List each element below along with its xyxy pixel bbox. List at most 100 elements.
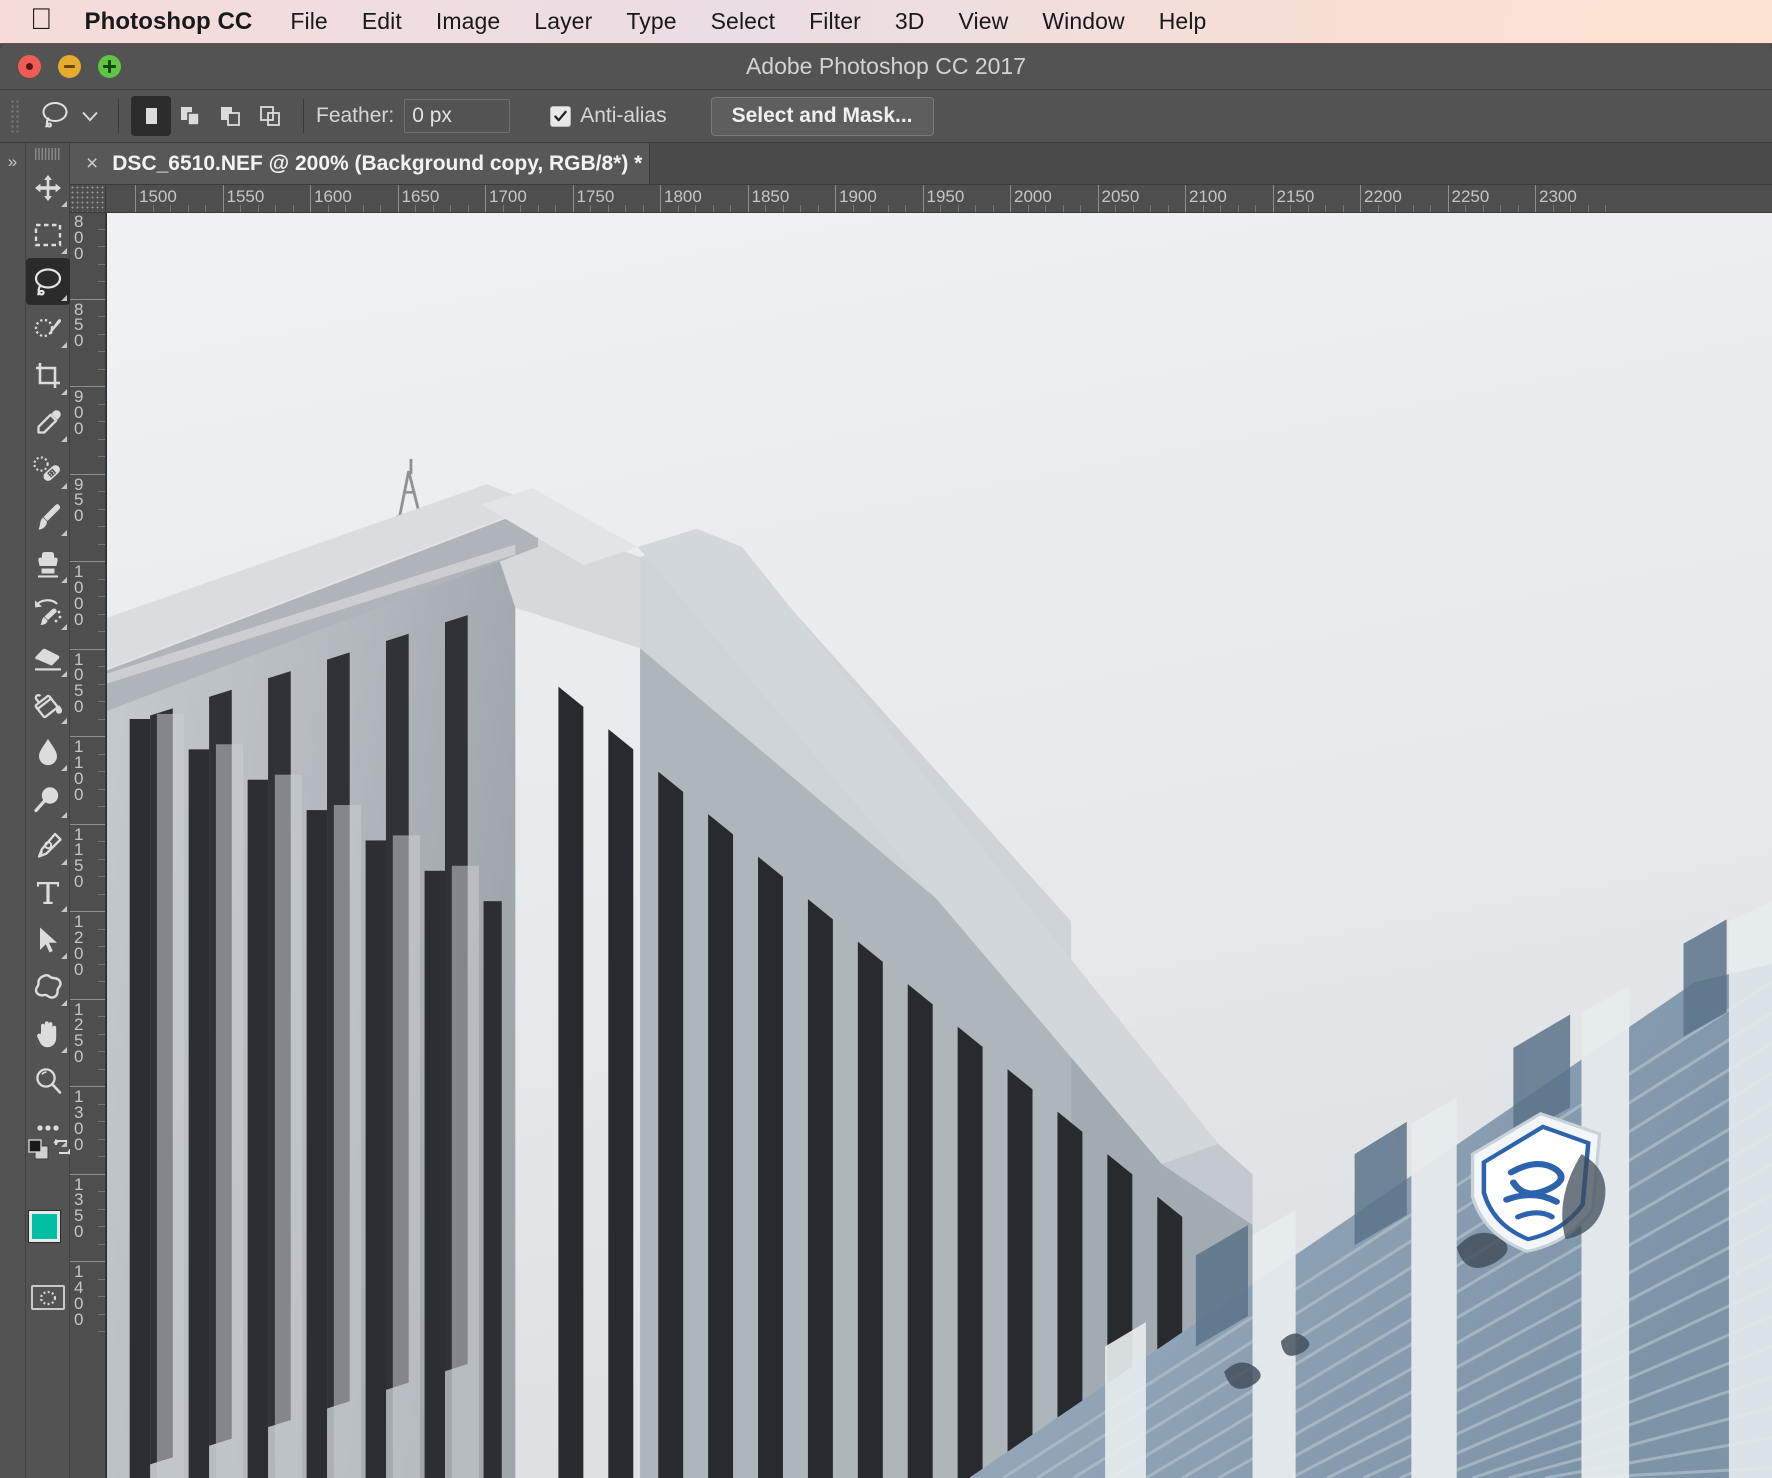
current-tool-preset-picker[interactable] — [27, 99, 106, 133]
tool-history-brush[interactable] — [26, 587, 70, 634]
options-bar-grip[interactable] — [10, 99, 21, 133]
intersect-with-selection-button[interactable] — [251, 96, 291, 136]
ruler-minor-tick — [1220, 205, 1221, 212]
quick-mask-button[interactable] — [30, 1285, 65, 1310]
ruler-minor-tick — [98, 578, 105, 580]
tool-path-selection[interactable] — [26, 916, 70, 963]
window-title-bar: Adobe Photoshop CC 2017 — [0, 44, 1772, 90]
tool-hand[interactable] — [26, 1010, 70, 1057]
menu-item-help[interactable]: Help — [1159, 8, 1207, 35]
intersect-selection-icon — [260, 106, 280, 126]
tool-spot-healing-brush[interactable] — [26, 446, 70, 493]
ruler-minor-tick — [98, 701, 105, 702]
tool-brush[interactable] — [26, 493, 70, 540]
ruler-label: 2250 — [1451, 187, 1490, 206]
ruler-minor-tick — [1237, 205, 1239, 212]
ruler-minor-tick — [1167, 205, 1169, 212]
anti-alias-option[interactable]: Anti-alias — [550, 104, 667, 128]
ruler-minor-tick — [98, 403, 105, 405]
zoom-button[interactable] — [98, 55, 121, 78]
tool-move[interactable] — [26, 164, 70, 211]
tool-gradient[interactable] — [26, 681, 70, 728]
menu-item-image[interactable]: Image — [436, 8, 500, 35]
horizontal-ruler[interactable]: 1500 1550 1600 1650 1700 1750 1800 1850 1900 1950… — [106, 185, 1772, 213]
menu-item-file[interactable]: File — [290, 8, 327, 35]
ruler-minor-tick — [800, 205, 801, 212]
ruler-minor-tick — [520, 205, 521, 212]
add-to-selection-button[interactable] — [171, 96, 211, 136]
ruler-minor-tick — [817, 205, 819, 212]
ruler-origin-corner[interactable] — [70, 185, 106, 213]
anti-alias-checkbox[interactable] — [550, 105, 572, 127]
menu-item-3d[interactable]: 3D — [895, 8, 925, 35]
ruler-label: 2150 — [1276, 187, 1315, 206]
ruler-minor-tick — [98, 963, 105, 965]
tool-dodge[interactable] — [26, 775, 70, 822]
tool-eraser[interactable] — [26, 634, 70, 681]
tool-flyout-indicator — [60, 906, 67, 912]
tool-pen[interactable] — [26, 822, 70, 869]
ruler-label: 850 — [74, 299, 84, 351]
dodge-icon — [33, 786, 58, 812]
canvas-wrapper: 800 850 900 950 1000 1050 1100 1150 1200 1250 1300… — [70, 213, 1772, 1478]
left-dock-expander[interactable]: » — [0, 143, 26, 1478]
apple-menu-icon[interactable]:  — [30, 4, 53, 35]
ruler-minor-tick — [1062, 205, 1064, 212]
feather-input[interactable] — [404, 99, 511, 133]
tool-blur[interactable] — [26, 728, 70, 775]
ruler-minor-tick — [1325, 205, 1326, 212]
tool-custom-shape[interactable] — [26, 963, 70, 1010]
menu-item-filter[interactable]: Filter — [809, 8, 861, 35]
minimize-button[interactable] — [58, 55, 81, 78]
image-canvas[interactable] — [106, 213, 1772, 1478]
ruler-minor-tick — [98, 1208, 105, 1210]
tool-clone-stamp[interactable] — [26, 540, 70, 587]
ruler-minor-tick — [380, 205, 381, 212]
tool-crop[interactable] — [26, 352, 70, 399]
tool-lasso[interactable] — [25, 258, 70, 305]
select-and-mask-button[interactable]: Select and Mask... — [710, 96, 934, 136]
ruler-minor-tick — [1605, 205, 1606, 212]
tool-rectangular-marquee[interactable] — [26, 211, 70, 258]
ruler-minor-tick — [730, 205, 731, 212]
tool-eyedropper[interactable] — [26, 399, 70, 446]
menu-item-select[interactable]: Select — [711, 8, 776, 35]
marquee-icon — [34, 223, 61, 246]
ruler-label: 2200 — [1364, 187, 1402, 206]
ruler-label: 1650 — [401, 187, 440, 206]
ruler-minor-tick — [98, 928, 105, 930]
ruler-minor-tick — [98, 1296, 105, 1297]
ruler-minor-tick — [98, 1033, 105, 1035]
default-colors-button[interactable] — [27, 1139, 50, 1166]
close-icon[interactable]: × — [86, 153, 98, 174]
menu-item-layer[interactable]: Layer — [534, 8, 592, 35]
tool-quick-selection[interactable] — [26, 305, 70, 352]
ruler-minor-tick — [362, 205, 364, 212]
tool-flyout-indicator — [60, 718, 67, 724]
crop-icon — [35, 362, 60, 388]
foreground-color-swatch[interactable] — [27, 1210, 61, 1243]
subtract-from-selection-button[interactable] — [211, 96, 251, 136]
lasso-icon — [34, 267, 61, 295]
menu-item-edit[interactable]: Edit — [362, 8, 402, 35]
ruler-minor-tick — [852, 205, 854, 212]
ruler-label: 1600 — [314, 187, 352, 206]
ruler-minor-tick — [98, 806, 105, 807]
document-tab[interactable]: × DSC_6510.NEF @ 200% (Background copy, … — [70, 143, 650, 184]
vertical-ruler[interactable]: 800 850 900 950 1000 1050 1100 1150 1200 1250 1300… — [70, 213, 106, 1478]
tool-type[interactable] — [26, 869, 70, 916]
tool-zoom[interactable] — [26, 1057, 70, 1104]
menu-item-view[interactable]: View — [958, 8, 1008, 35]
menu-item-type[interactable]: Type — [626, 8, 676, 35]
ruler-minor-tick — [98, 1068, 105, 1070]
ruler-minor-tick — [292, 205, 294, 212]
ruler-minor-tick — [1412, 205, 1414, 212]
new-selection-button[interactable] — [131, 96, 171, 136]
anti-alias-label: Anti-alias — [580, 104, 667, 127]
close-button[interactable] — [18, 55, 41, 78]
menu-item-window[interactable]: Window — [1042, 8, 1124, 35]
lasso-icon — [42, 102, 68, 128]
menu-item-photoshop-cc[interactable]: Photoshop CC — [85, 8, 253, 36]
ruler-label: 1850 — [751, 187, 790, 206]
tools-panel-grip[interactable] — [34, 148, 61, 160]
